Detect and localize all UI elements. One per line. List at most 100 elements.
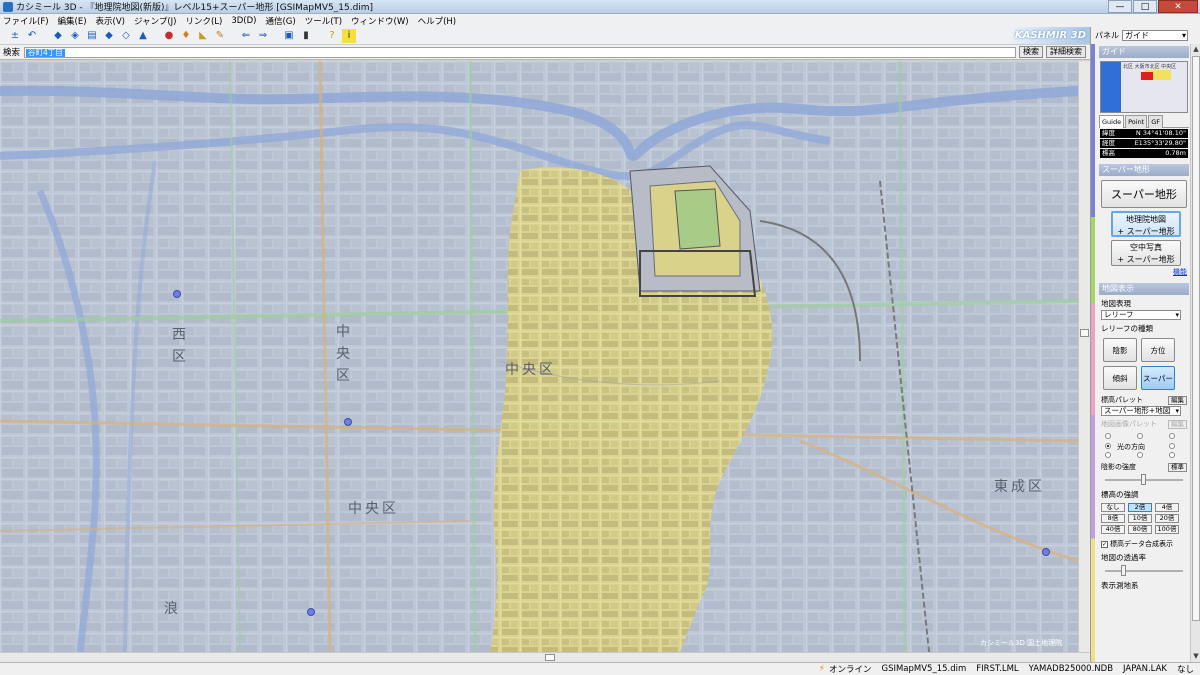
map-vertical-scrollbar[interactable] (1078, 61, 1090, 652)
menu-help[interactable]: ヘルプ(H) (418, 15, 457, 27)
map-marker-icon[interactable] (1042, 548, 1050, 556)
scroll-thumb[interactable] (545, 654, 555, 661)
ruler-icon[interactable]: ◣ (196, 29, 210, 43)
scroll-up-icon[interactable]: ▲ (1191, 44, 1200, 54)
arrow-right-icon[interactable]: ⇒ (256, 29, 270, 43)
info-icon[interactable]: i (342, 28, 356, 43)
light-radio[interactable] (1137, 433, 1143, 439)
ward-label-text: 中央区 (336, 324, 350, 384)
elevation-palette-select[interactable]: スーパー地形+地図 (1101, 406, 1181, 416)
super-terrain-button[interactable]: スーパー地形 (1101, 180, 1187, 208)
light-radio[interactable] (1137, 452, 1143, 458)
shade-intensity-slider[interactable] (1105, 474, 1183, 486)
tab-point[interactable]: Point (1125, 115, 1148, 128)
aerial-super-button[interactable]: 空中写真 + スーパー地形 (1111, 240, 1181, 266)
window-controls: — □ ✕ (1107, 0, 1198, 14)
map-marker-icon[interactable] (307, 608, 315, 616)
pencil-icon[interactable]: ✎ (213, 29, 227, 43)
light-direction-selector: 光の方向 (1099, 431, 1189, 459)
palette-edit-button[interactable]: 編集 (1168, 395, 1187, 405)
arrow-left-icon[interactable]: ⇐ (239, 29, 253, 43)
map-display-header: 地図表示 (1099, 283, 1189, 295)
relief-slope-button[interactable]: 傾斜 (1103, 366, 1137, 390)
relief-super-button[interactable]: スーパー (1141, 366, 1175, 390)
menu-edit[interactable]: 編集(E) (58, 15, 87, 27)
latitude-row: 緯度 N 34°41'08.10" (1100, 129, 1188, 138)
panel-mode-select[interactable]: ガイド (1122, 29, 1188, 41)
slider-knob[interactable] (1121, 565, 1126, 576)
close-button[interactable]: ✕ (1158, 0, 1198, 13)
button-line: 地理院地図 (1126, 215, 1166, 224)
route-icon[interactable]: ♦ (179, 29, 193, 43)
menu-window[interactable]: ウィンドウ(W) (351, 15, 409, 27)
emphasis-40x[interactable]: 40倍 (1101, 525, 1125, 534)
map-copy-icon[interactable]: ◆ (102, 29, 116, 43)
features-link[interactable]: 機能 (1099, 267, 1189, 277)
light-radio[interactable] (1105, 452, 1111, 458)
tab-guide[interactable]: Guide (1099, 115, 1125, 128)
camera-icon[interactable]: ▣ (282, 29, 296, 43)
maximize-button[interactable]: □ (1133, 0, 1157, 13)
online-icon: ⚡ (818, 664, 825, 674)
emphasis-100x[interactable]: 100倍 (1155, 525, 1179, 534)
search-button[interactable]: 検索 (1019, 46, 1044, 58)
map-view[interactable]: 中央区 中央区 中央区 西区 東成区 浪 カシミール3D 国土地理院 (0, 61, 1078, 652)
menu-tools[interactable]: ツール(T) (305, 15, 342, 27)
map-horizontal-scrollbar[interactable] (0, 652, 1090, 662)
tab-gf[interactable]: GF (1148, 115, 1164, 128)
map-layer-icon[interactable]: ◇ (119, 29, 133, 43)
composite-checkbox-row[interactable]: ✓ 標高データ合成表示 (1101, 539, 1189, 549)
opacity-slider[interactable] (1105, 565, 1183, 577)
light-radio[interactable] (1169, 452, 1175, 458)
map-print-icon[interactable]: ▤ (85, 29, 99, 43)
light-radio[interactable] (1169, 433, 1175, 439)
minimize-button[interactable]: — (1108, 0, 1132, 13)
menu-file[interactable]: ファイル(F) (3, 15, 49, 27)
latitude-label: 緯度 (1102, 129, 1115, 137)
relief-shade-button[interactable]: 陰影 (1103, 338, 1137, 362)
map-shade-icon[interactable]: ▲ (136, 29, 150, 43)
map-marker-icon[interactable] (173, 290, 181, 298)
back-icon[interactable]: ↶ (25, 29, 39, 43)
light-radio-selected[interactable] (1105, 443, 1111, 449)
image-palette-edit-button[interactable]: 編集 (1168, 419, 1187, 429)
zoom-search-icon[interactable]: ± (8, 29, 22, 43)
gsi-super-button[interactable]: 地理院地図 + スーパー地形 (1111, 211, 1181, 237)
relief-direction-button[interactable]: 方位 (1141, 338, 1175, 362)
menu-view[interactable]: 表示(V) (96, 15, 125, 27)
detail-search-button[interactable]: 詳細検索 (1046, 46, 1087, 58)
emphasis-2x[interactable]: 2倍 (1128, 503, 1152, 512)
standard-button[interactable]: 標準 (1168, 462, 1187, 472)
menu-comm[interactable]: 通信(G) (265, 15, 295, 27)
menu-link[interactable]: リンク(L) (185, 15, 222, 27)
menu-jump[interactable]: ジャンプ(J) (134, 15, 176, 27)
emphasis-10x[interactable]: 10倍 (1128, 514, 1152, 523)
light-radio[interactable] (1105, 433, 1111, 439)
guide-minimap[interactable]: 北区 大阪市北区 中央区 (1100, 61, 1188, 113)
image-palette-label: 地図画像パレット (1101, 420, 1157, 428)
waypoint-icon[interactable]: ● (162, 29, 176, 43)
emphasis-80x[interactable]: 80倍 (1128, 525, 1152, 534)
light-radio[interactable] (1169, 443, 1175, 449)
scroll-thumb[interactable] (1080, 329, 1089, 337)
search-input[interactable]: 谷町4丁目 (24, 46, 1017, 58)
map-open-icon[interactable]: ◆ (51, 29, 65, 43)
emphasis-8x[interactable]: 8倍 (1101, 514, 1125, 523)
map-marker-icon[interactable] (344, 418, 352, 426)
map-save-icon[interactable]: ◈ (68, 29, 82, 43)
map-expression-select[interactable]: レリーフ (1101, 310, 1181, 320)
panel-scrollbar[interactable]: ▲ ▼ (1190, 44, 1200, 662)
emphasis-20x[interactable]: 20倍 (1155, 514, 1179, 523)
gps-icon[interactable]: ▮ (299, 29, 313, 43)
ward-label-chuo-vertical: 中央区 (334, 321, 352, 387)
slider-knob[interactable] (1141, 474, 1146, 485)
scroll-down-icon[interactable]: ▼ (1191, 651, 1200, 661)
emphasis-none[interactable]: なし (1101, 503, 1125, 512)
checkbox-checked-icon[interactable]: ✓ (1101, 540, 1108, 548)
menu-3d[interactable]: 3D(D) (231, 16, 256, 26)
elevation-emphasis-grid: なし 2倍 4倍 8倍 10倍 20倍 40倍 80倍 100倍 (1101, 502, 1189, 535)
emphasis-4x[interactable]: 4倍 (1155, 503, 1179, 512)
scroll-thumb[interactable] (1192, 56, 1200, 621)
elevation-emphasis-label: 標高の強調 (1101, 490, 1139, 499)
help-icon[interactable]: ? (325, 29, 339, 43)
